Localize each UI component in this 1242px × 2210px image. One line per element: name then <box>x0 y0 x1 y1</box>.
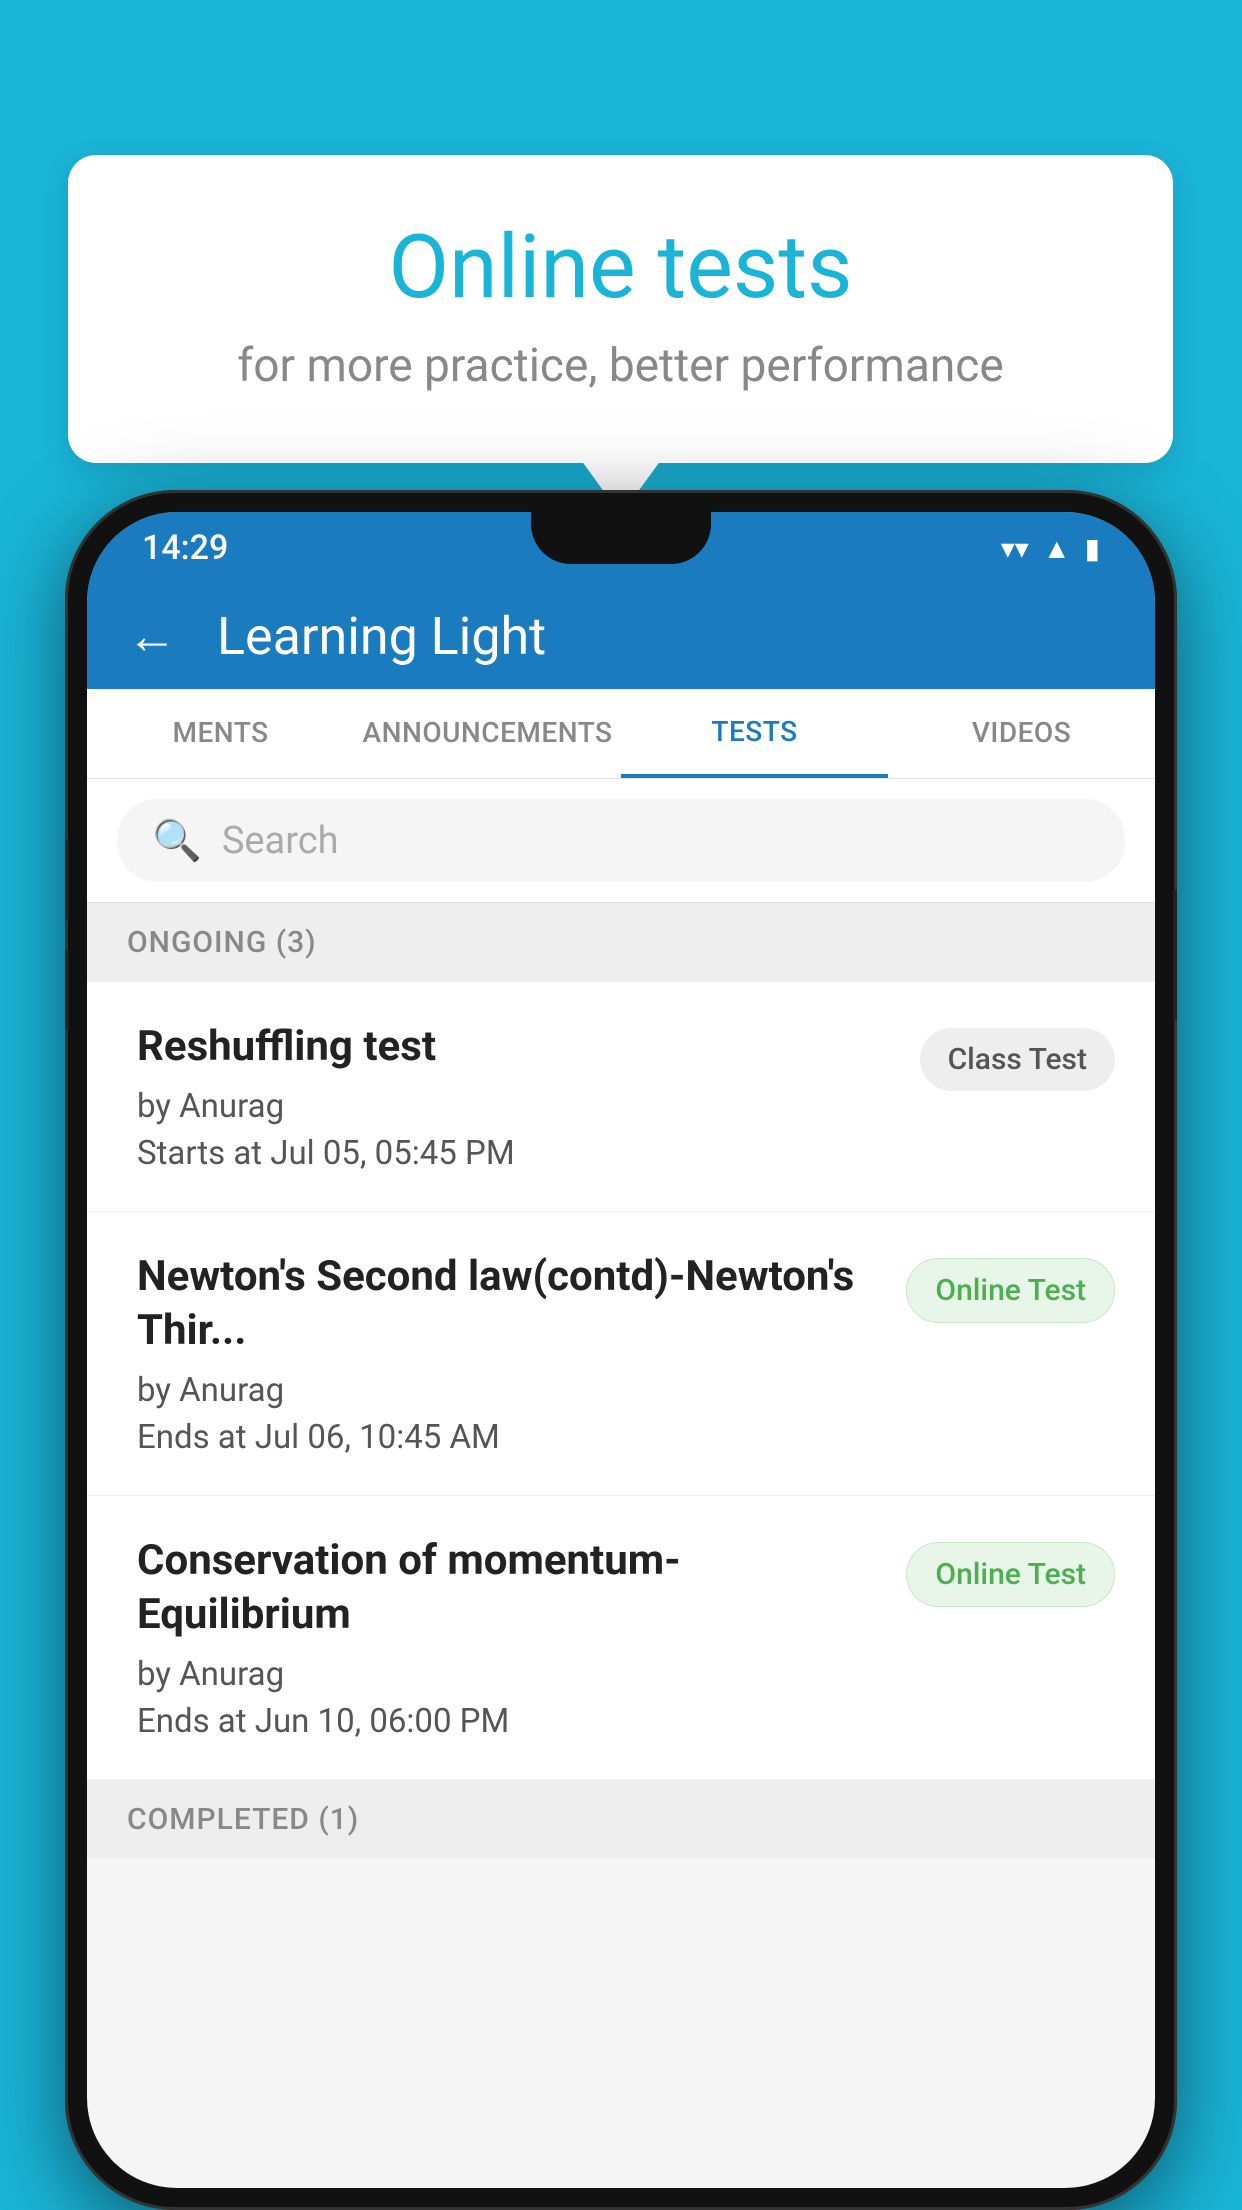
app-header: ← Learning Light <box>87 584 1155 689</box>
app-title: Learning Light <box>217 606 546 667</box>
test-item-3[interactable]: Conservation of momentum-Equilibrium by … <box>87 1496 1155 1780</box>
tab-ments[interactable]: MENTS <box>87 689 354 778</box>
volume-down-button[interactable] <box>65 950 69 1030</box>
tab-tests[interactable]: TESTS <box>621 689 888 778</box>
badge-online-test-3: Online Test <box>906 1542 1115 1607</box>
status-time: 14:29 <box>142 528 228 568</box>
test-title-2: Newton's Second law(contd)-Newton's Thir… <box>137 1250 876 1359</box>
ongoing-section-label: ONGOING (3) <box>87 903 1155 982</box>
bubble-title: Online tests <box>148 220 1093 317</box>
test-info-2: Newton's Second law(contd)-Newton's Thir… <box>137 1250 876 1457</box>
test-list: Reshuffling test by Anurag Starts at Jul… <box>87 982 1155 1780</box>
speech-bubble-container: Online tests for more practice, better p… <box>68 155 1173 463</box>
search-icon: 🔍 <box>152 817 202 864</box>
test-date-3: Ends at Jun 10, 06:00 PM <box>137 1702 876 1741</box>
tab-announcements[interactable]: ANNOUNCEMENTS <box>354 689 621 778</box>
test-date-2: Ends at Jul 06, 10:45 AM <box>137 1418 876 1457</box>
test-item-1[interactable]: Reshuffling test by Anurag Starts at Jul… <box>87 982 1155 1212</box>
notch <box>531 512 711 564</box>
test-title-3: Conservation of momentum-Equilibrium <box>137 1534 876 1643</box>
test-title-1: Reshuffling test <box>137 1020 890 1075</box>
wifi-icon: ▾▾ <box>1001 532 1029 565</box>
search-placeholder: Search <box>222 819 339 863</box>
signal-icon: ▲ <box>1043 532 1071 565</box>
phone-screen: 14:29 ▾▾ ▲ ▮ ← Learning Light MENTS ANNO… <box>87 512 1155 2188</box>
phone-frame: 14:29 ▾▾ ▲ ▮ ← Learning Light MENTS ANNO… <box>65 490 1177 2210</box>
speech-bubble: Online tests for more practice, better p… <box>68 155 1173 463</box>
search-input-wrapper[interactable]: 🔍 Search <box>117 799 1125 882</box>
test-info-3: Conservation of momentum-Equilibrium by … <box>137 1534 876 1741</box>
battery-icon: ▮ <box>1085 532 1100 565</box>
back-button[interactable]: ← <box>127 612 177 662</box>
bubble-subtitle: for more practice, better performance <box>148 339 1093 393</box>
tabs-container: MENTS ANNOUNCEMENTS TESTS VIDEOS <box>87 689 1155 779</box>
test-author-2: by Anurag <box>137 1371 876 1410</box>
phone-container: 14:29 ▾▾ ▲ ▮ ← Learning Light MENTS ANNO… <box>65 490 1177 2210</box>
badge-class-test-1: Class Test <box>920 1028 1115 1091</box>
status-icons: ▾▾ ▲ ▮ <box>1001 532 1100 565</box>
test-author-1: by Anurag <box>137 1087 890 1126</box>
test-info-1: Reshuffling test by Anurag Starts at Jul… <box>137 1020 890 1173</box>
test-author-3: by Anurag <box>137 1655 876 1694</box>
volume-up-button[interactable] <box>65 840 69 920</box>
completed-section-label: COMPLETED (1) <box>87 1780 1155 1859</box>
test-date-1: Starts at Jul 05, 05:45 PM <box>137 1134 890 1173</box>
tab-videos[interactable]: VIDEOS <box>888 689 1155 778</box>
test-item-2[interactable]: Newton's Second law(contd)-Newton's Thir… <box>87 1212 1155 1496</box>
power-button[interactable] <box>1173 890 1177 1020</box>
badge-online-test-2: Online Test <box>906 1258 1115 1323</box>
search-bar: 🔍 Search <box>87 779 1155 903</box>
